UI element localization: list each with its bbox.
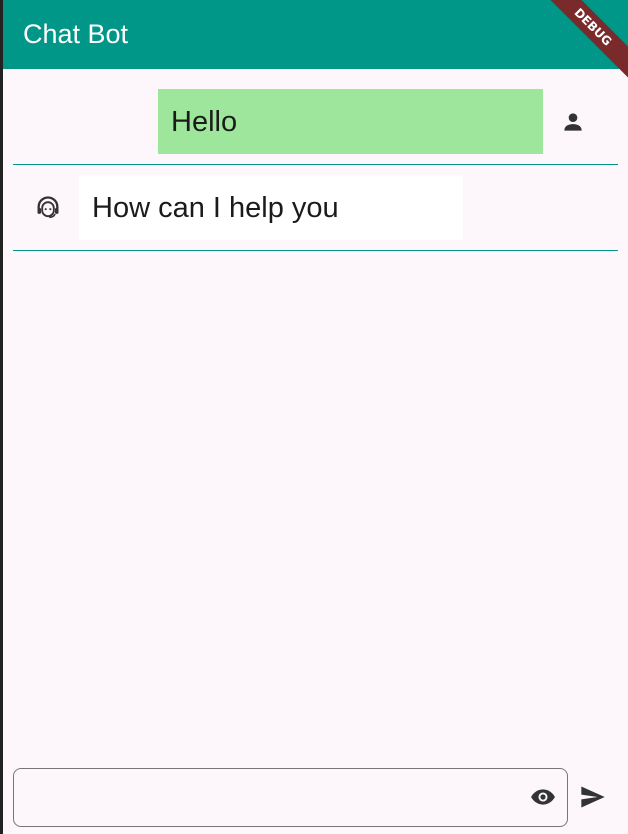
message-row-user: Hello	[13, 80, 618, 165]
app-bar: Chat Bot DEBUG	[3, 0, 628, 88]
user-message-bubble: Hello	[158, 89, 543, 154]
user-message-text: Hello	[171, 106, 238, 138]
send-icon[interactable]	[577, 783, 609, 811]
debug-banner: DEBUG	[532, 0, 628, 88]
bot-message-bubble: How can I help you	[79, 175, 463, 240]
message-input-container	[13, 768, 568, 827]
message-row-bot: How can I help you	[13, 164, 618, 251]
bot-message-text: How can I help you	[92, 192, 339, 224]
message-input[interactable]	[28, 777, 522, 819]
support-agent-icon	[37, 196, 59, 219]
window-edge	[0, 0, 3, 834]
chat-screen: Chat Bot DEBUG Hello How can I help you	[0, 0, 628, 834]
person-icon	[564, 113, 582, 131]
app-title: Chat Bot	[23, 19, 129, 49]
eye-icon[interactable]	[528, 784, 558, 810]
